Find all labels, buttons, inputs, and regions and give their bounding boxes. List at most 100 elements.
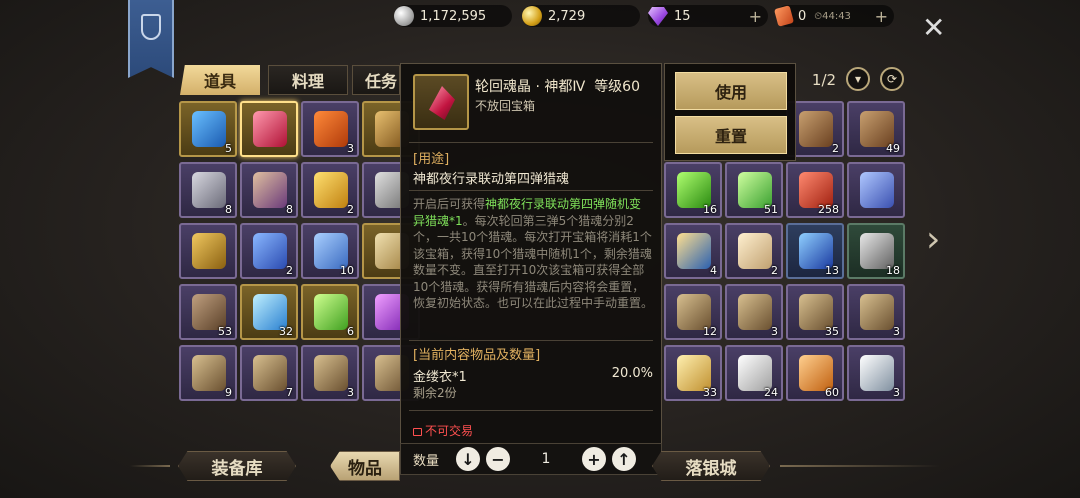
contents-header: [当前内容物品及数量]: [413, 348, 541, 363]
tab-quests[interactable]: 任务: [352, 65, 400, 95]
inventory-slot[interactable]: 49: [847, 101, 905, 157]
ticket-currency[interactable]: 0 ⏲44:43 +: [773, 5, 894, 27]
item-count: 60: [825, 386, 839, 399]
action-panel: 使用 重置: [664, 63, 796, 161]
item-count: 2: [832, 142, 839, 155]
decrease-icon[interactable]: −: [486, 447, 510, 471]
item-count: 8: [225, 203, 232, 216]
ticket-amount: 0: [798, 8, 807, 24]
add-gems-icon[interactable]: +: [749, 7, 762, 26]
gem-currency[interactable]: 15 +: [648, 5, 768, 27]
book-icon: [192, 111, 226, 147]
shield-emblem-icon: [141, 14, 161, 40]
content-item-name: 金缕衣*1: [413, 370, 467, 385]
page-indicator: 1/2: [811, 71, 837, 89]
inventory-slot[interactable]: 33: [664, 345, 722, 401]
inventory-slot[interactable]: 258: [786, 162, 844, 218]
quantity-bar: 数量 ↓ − 1 + ↑: [400, 443, 662, 475]
map-scroll-icon: [738, 294, 772, 330]
inventory-slot[interactable]: 18: [847, 223, 905, 279]
green-gem-icon: [314, 294, 348, 330]
next-page-arrow-icon[interactable]: ›: [926, 222, 948, 258]
tab-items[interactable]: 道具: [180, 65, 260, 95]
chevron-down-icon[interactable]: ▾: [846, 67, 870, 91]
inventory-slot[interactable]: 3: [725, 284, 783, 340]
nav-equipment[interactable]: 装备库: [178, 451, 296, 481]
crystal-icon: [253, 111, 287, 147]
blue-ticket-icon: [860, 172, 894, 208]
guild-banner[interactable]: [128, 0, 174, 78]
item-tooltip: 轮回魂晶 · 神都Ⅳ 等级60 不放回宝箱 [用途] 神都夜行录联动第四弹猎魂 …: [400, 63, 662, 449]
inventory-slot[interactable]: [179, 223, 237, 279]
refresh-icon[interactable]: ⟳: [880, 67, 904, 91]
bottle-icon: [192, 172, 226, 208]
inventory-slot[interactable]: 24: [725, 345, 783, 401]
item-count: 5: [225, 142, 232, 155]
item-count: 13: [825, 264, 839, 277]
item-count: 53: [218, 325, 232, 338]
ticket-icon: [773, 5, 795, 27]
inventory-slot[interactable]: 2: [725, 223, 783, 279]
inventory-slot[interactable]: 3: [847, 345, 905, 401]
quantity-value[interactable]: 1: [513, 451, 579, 467]
item-count: 2: [771, 264, 778, 277]
blue-flag-icon: [253, 233, 287, 269]
tab-cooking[interactable]: 料理: [268, 65, 348, 95]
content-item-chance: 20.0%: [611, 366, 653, 381]
inventory-slot[interactable]: 4: [664, 223, 722, 279]
inventory-slot[interactable]: 32: [240, 284, 298, 340]
item-count: 18: [886, 264, 900, 277]
item-description: 开启后可获得神都夜行录联动第四弹随机变异猎魂*1。每次轮回第三弹5个猎魂分别2个…: [413, 197, 654, 310]
increase-icon[interactable]: +: [582, 447, 606, 471]
close-icon[interactable]: ✕: [922, 14, 945, 42]
item-count: 258: [818, 203, 839, 216]
inventory-slot[interactable]: 3: [301, 101, 359, 157]
item-count: 2: [347, 203, 354, 216]
reset-button[interactable]: 重置: [675, 116, 787, 154]
inventory-slot[interactable]: 13: [786, 223, 844, 279]
inventory-slot[interactable]: 8: [179, 162, 237, 218]
inventory-slot[interactable]: 51: [725, 162, 783, 218]
gem-icon: [648, 7, 668, 26]
map-scroll-icon: [314, 355, 348, 391]
inventory-slot[interactable]: [847, 162, 905, 218]
ticket-timer: ⏲44:43: [814, 10, 851, 22]
inventory-slot[interactable]: 6: [301, 284, 359, 340]
inventory-slot[interactable]: 10: [301, 223, 359, 279]
use-button[interactable]: 使用: [675, 72, 787, 110]
inventory-slot[interactable]: 5: [179, 101, 237, 157]
item-count: 3: [347, 386, 354, 399]
inventory-slot[interactable]: 12: [664, 284, 722, 340]
inventory-slot[interactable]: 9: [179, 345, 237, 401]
inventory-slot[interactable]: 2: [240, 223, 298, 279]
inventory-slot[interactable]: 3: [301, 345, 359, 401]
inventory-slot[interactable]: 8: [240, 162, 298, 218]
inventory-slot[interactable]: 16: [664, 162, 722, 218]
item-count: 16: [703, 203, 717, 216]
inventory-slot[interactable]: 53: [179, 284, 237, 340]
inventory-slot[interactable]: 35: [786, 284, 844, 340]
item-count: 49: [886, 142, 900, 155]
nav-items[interactable]: 物品: [330, 451, 400, 481]
nav-luoyin-city[interactable]: 落银城: [652, 451, 770, 481]
content-item-remaining: 剩余2份: [413, 386, 457, 400]
map-scroll-icon: [860, 294, 894, 330]
gem-amount: 15: [674, 8, 691, 24]
item-count: 8: [286, 203, 293, 216]
item-count: 3: [893, 386, 900, 399]
inventory-slot[interactable]: 2: [301, 162, 359, 218]
gold-hat-icon: [314, 172, 348, 208]
inventory-slot[interactable]: 7: [240, 345, 298, 401]
inventory-slot[interactable]: 3: [847, 284, 905, 340]
max-quantity-icon[interactable]: ↑: [612, 447, 636, 471]
usage-text: 神都夜行录联动第四弹猎魂: [413, 172, 570, 187]
item-count: 10: [340, 264, 354, 277]
inventory-slot[interactable]: [240, 101, 298, 157]
no-trade-label: 不可交易: [413, 422, 473, 439]
min-quantity-icon[interactable]: ↓: [456, 447, 480, 471]
soul-crystal-icon: [413, 74, 469, 130]
silver-currency: 1,172,595: [394, 5, 512, 27]
inventory-slot[interactable]: 60: [786, 345, 844, 401]
add-tickets-icon[interactable]: +: [875, 7, 888, 26]
item-count: 3: [893, 325, 900, 338]
